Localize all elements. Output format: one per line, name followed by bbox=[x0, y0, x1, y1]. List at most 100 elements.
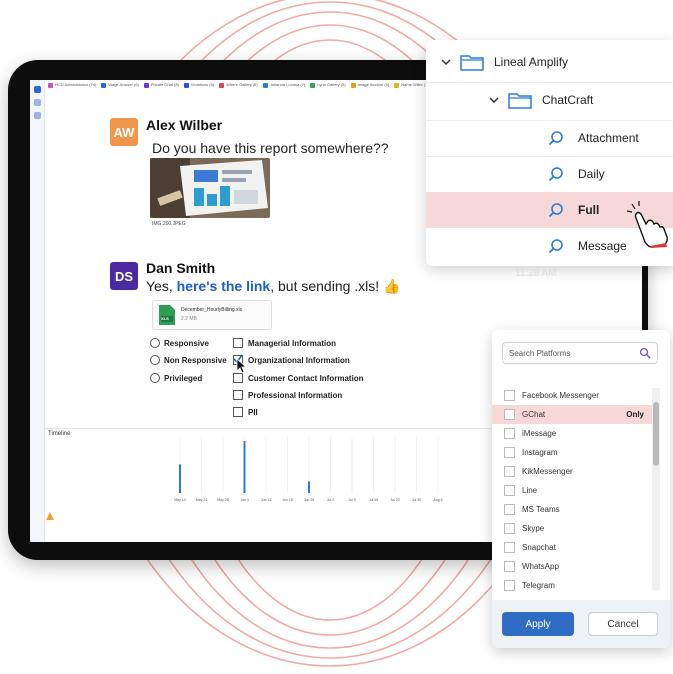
filter-tag[interactable]: Where Gallery (6) bbox=[219, 82, 258, 88]
checkbox-label: Customer Contact Information bbox=[248, 373, 364, 383]
message-link[interactable]: here's the link bbox=[177, 278, 271, 294]
folder-child[interactable]: ChatCraft bbox=[426, 82, 673, 118]
folder-label: Lineal Amplify bbox=[494, 55, 569, 69]
checkbox-icon[interactable] bbox=[504, 523, 515, 534]
saved-search-label: Daily bbox=[578, 167, 605, 181]
message-text: Yes, here's the link, but sending .xls! … bbox=[146, 278, 401, 295]
tag-label: Violations (6) bbox=[190, 82, 215, 87]
filter-tag[interactable]: Johanna Lovana (7) bbox=[262, 82, 305, 88]
tag-label: Lynn Gallery (5) bbox=[317, 82, 346, 87]
timeline-tick-label: May 28 bbox=[217, 498, 229, 502]
platform-option[interactable]: Snapchat bbox=[492, 538, 652, 557]
message-timestamp: 11:28 AM bbox=[515, 268, 557, 279]
platform-option[interactable]: GChat Only bbox=[492, 405, 652, 424]
checkbox-label: Organizational Information bbox=[248, 355, 350, 365]
filter-tag[interactable]: Violations (6) bbox=[183, 82, 215, 88]
tag-label: HCD Administrator (74) bbox=[55, 82, 97, 87]
search-icon bbox=[548, 239, 563, 254]
filter-tag[interactable]: Image Section (5) bbox=[350, 82, 389, 88]
tag-color-icon bbox=[310, 82, 316, 88]
checkbox-icon[interactable] bbox=[504, 466, 515, 477]
timeline-tick-label: May 14 bbox=[174, 498, 186, 502]
checkbox-icon[interactable] bbox=[504, 390, 515, 401]
checkbox-icon[interactable] bbox=[504, 428, 515, 439]
only-link[interactable]: Only bbox=[626, 410, 644, 419]
checkbox-organizational[interactable]: Organizational Information bbox=[233, 354, 350, 365]
timeline-bar[interactable] bbox=[243, 441, 246, 493]
checkbox-icon[interactable] bbox=[504, 409, 515, 420]
filter-icon[interactable] bbox=[33, 99, 41, 106]
platform-label: MS Teams bbox=[522, 505, 560, 514]
checkbox-icon[interactable] bbox=[504, 504, 515, 515]
saved-search-attachment[interactable]: Attachment bbox=[426, 120, 673, 156]
tag-color-icon bbox=[101, 82, 107, 88]
avatar: DS bbox=[110, 262, 138, 290]
checkbox-icon[interactable] bbox=[504, 561, 515, 572]
attachment-caption: IMG.200.JPEG bbox=[152, 221, 186, 227]
image-attachment[interactable] bbox=[150, 158, 270, 218]
timeline-bar[interactable] bbox=[308, 481, 310, 493]
tag-color-icon bbox=[262, 82, 268, 88]
home-icon[interactable] bbox=[33, 86, 41, 93]
filter-tag[interactable]: HCD Administrator (74) bbox=[48, 82, 96, 88]
platform-option[interactable]: Facebook Messenger bbox=[492, 386, 652, 405]
checkbox-icon[interactable] bbox=[504, 542, 515, 553]
saved-search-label: Message bbox=[578, 239, 627, 253]
platform-label: Facebook Messenger bbox=[522, 391, 599, 400]
timeline-bar[interactable] bbox=[179, 464, 181, 493]
radio-responsive[interactable]: Responsive bbox=[150, 338, 209, 348]
timeline-tick-label: Jun 18 bbox=[282, 498, 293, 502]
folder-root[interactable]: Lineal Amplify bbox=[426, 44, 673, 80]
checkbox-managerial[interactable]: Managerial Information bbox=[233, 338, 336, 348]
radio-privileged[interactable]: Privileged bbox=[150, 373, 202, 383]
chevron-down-icon[interactable] bbox=[488, 94, 500, 106]
apply-button[interactable]: Apply bbox=[502, 612, 574, 636]
platform-option[interactable]: MS Teams bbox=[492, 500, 652, 519]
tag-color-icon bbox=[350, 82, 356, 88]
sender-name: Dan Smith bbox=[146, 260, 216, 276]
checkbox-customer-contact[interactable]: Customer Contact Information bbox=[233, 373, 364, 383]
sender-name: Alex Wilber bbox=[146, 117, 223, 133]
platform-option[interactable]: Skype bbox=[492, 519, 652, 538]
file-attachment[interactable]: XLS December_HourlyBilling.xls 2.2 MB bbox=[152, 300, 272, 330]
tag-color-icon bbox=[48, 82, 53, 88]
avatar: AW bbox=[110, 118, 138, 146]
filter-tag[interactable]: Wage Answer (6) bbox=[101, 82, 139, 88]
checkbox-professional[interactable]: Professional Information bbox=[233, 390, 342, 400]
side-rail bbox=[30, 80, 45, 542]
platform-label: Instagram bbox=[522, 448, 558, 457]
platform-option[interactable]: KikMessenger bbox=[492, 462, 652, 481]
timeline-tick-label: Jun 11 bbox=[261, 498, 271, 502]
list-icon[interactable] bbox=[33, 112, 41, 119]
platform-search-input[interactable]: Search Platforms bbox=[502, 342, 658, 364]
checkbox-pii[interactable]: PII bbox=[233, 407, 258, 417]
platform-option[interactable]: iMessage bbox=[492, 424, 652, 443]
search-placeholder: Search Platforms bbox=[509, 348, 571, 358]
scrollbar[interactable] bbox=[652, 388, 660, 590]
checkbox-icon bbox=[233, 373, 243, 383]
platform-option[interactable]: Instagram bbox=[492, 443, 652, 462]
cancel-button[interactable]: Cancel bbox=[588, 612, 658, 636]
chevron-down-icon[interactable] bbox=[440, 56, 452, 68]
tag-color-icon bbox=[183, 82, 189, 88]
checkbox-icon[interactable] bbox=[504, 580, 515, 591]
filter-tag[interactable]: Private Chat (8) bbox=[143, 82, 179, 88]
filter-tag[interactable]: Lynn Gallery (5) bbox=[310, 82, 346, 88]
platform-option[interactable]: WhatsApp bbox=[492, 557, 652, 576]
checkbox-label: Managerial Information bbox=[248, 338, 337, 348]
file-name: December_HourlyBilling.xls bbox=[181, 307, 243, 313]
filter-tag[interactable]: Name Wilks (1) bbox=[394, 82, 429, 88]
platform-option[interactable]: Line bbox=[492, 481, 652, 500]
radio-non-responsive[interactable]: Non Responsive bbox=[150, 355, 227, 365]
panel-footer: Apply Cancel bbox=[492, 600, 670, 648]
platform-option[interactable]: Telegram bbox=[492, 576, 652, 595]
folder-icon bbox=[460, 55, 484, 71]
tag-label: Private Chat (8) bbox=[150, 82, 179, 87]
scrollbar-thumb[interactable] bbox=[653, 402, 659, 466]
tag-label: Where Gallery (6) bbox=[226, 82, 258, 87]
tag-color-icon bbox=[219, 82, 225, 88]
checkbox-icon[interactable] bbox=[504, 447, 515, 458]
search-icon[interactable] bbox=[639, 347, 651, 359]
checkbox-icon[interactable] bbox=[504, 485, 515, 496]
saved-search-daily[interactable]: Daily bbox=[426, 156, 673, 192]
